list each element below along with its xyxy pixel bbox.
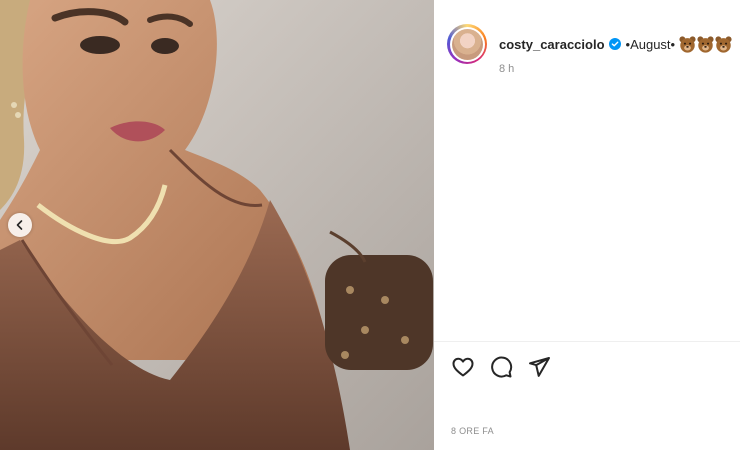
caption-emojis [678, 35, 732, 53]
caption-text: •August• [625, 36, 676, 52]
post-photo[interactable] [0, 0, 434, 450]
post-detail-panel: costy_caracciolo •August• 8 h 8 ORE FA [434, 0, 740, 450]
chevron-left-icon [16, 220, 23, 230]
verified-badge-icon [608, 38, 621, 50]
carousel-prev-button[interactable] [8, 213, 32, 237]
comment-icon[interactable] [489, 355, 513, 379]
paper-plane-icon[interactable] [527, 355, 551, 379]
post-time-short[interactable]: 8 h [499, 63, 514, 75]
avatar [451, 28, 483, 60]
post-caption-header: costy_caracciolo •August• [447, 24, 732, 64]
divider [434, 341, 740, 342]
post-time-long[interactable]: 8 ORE FA [451, 426, 494, 436]
post-actions [451, 355, 565, 379]
bear-emoji [697, 35, 714, 53]
heart-icon[interactable] [451, 355, 475, 379]
bear-emoji [715, 35, 732, 53]
avatar-story-ring[interactable] [447, 24, 487, 64]
bear-emoji [679, 35, 696, 53]
username-link[interactable]: costy_caracciolo [499, 37, 605, 52]
post-photo-image [0, 0, 434, 450]
